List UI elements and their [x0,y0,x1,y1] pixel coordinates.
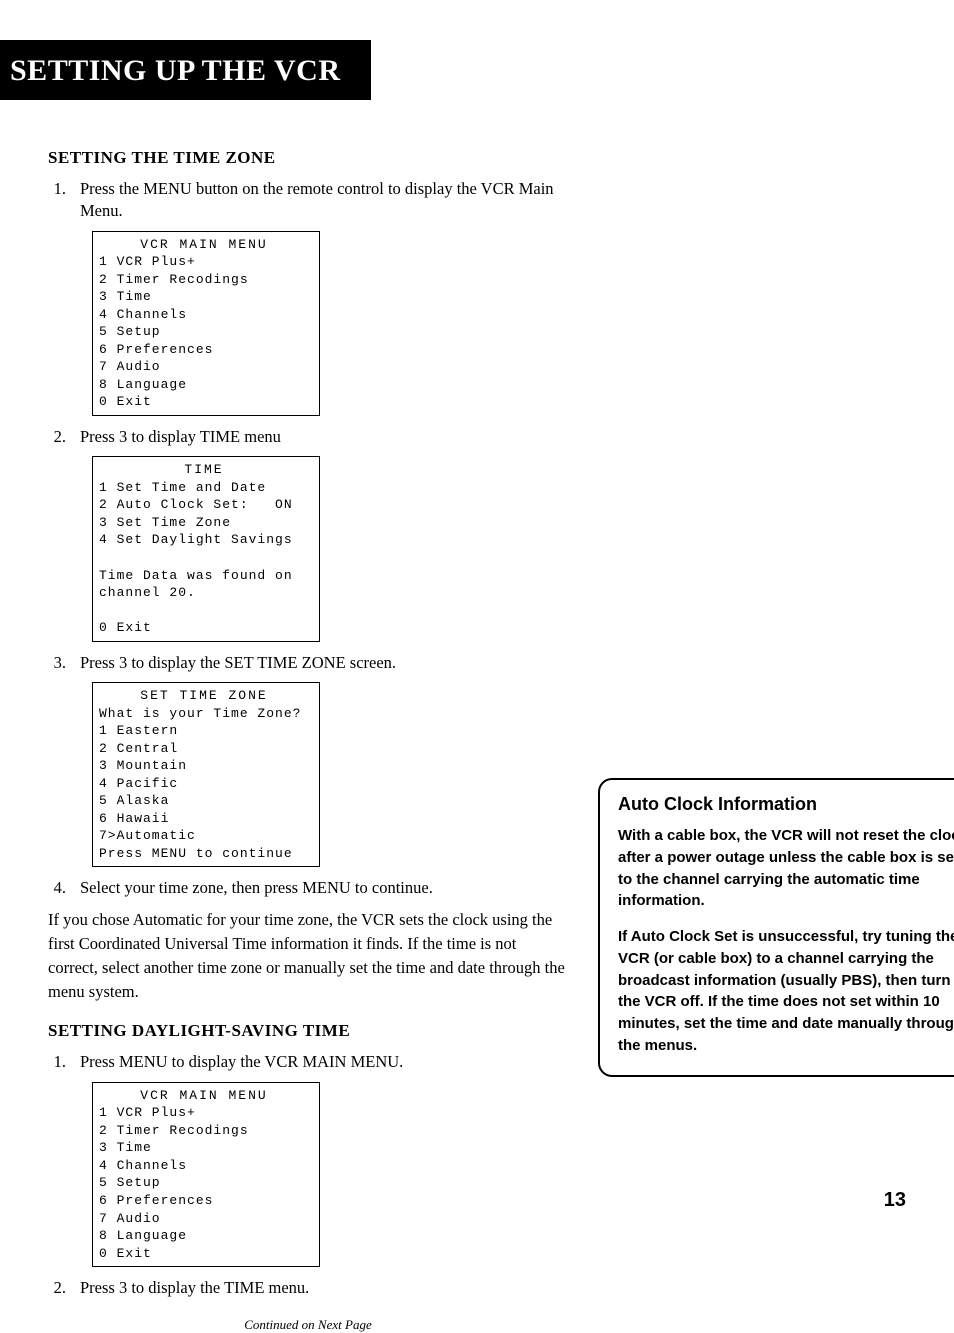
section-heading-daylight: SETTING DAYLIGHT-SAVING TIME [48,1021,568,1041]
section1-followup: If you chose Automatic for your time zon… [48,908,568,1004]
step-2: 2. Press 3 to display the TIME menu. [48,1277,568,1299]
menu-line: 3 Set Time Zone [99,515,231,530]
step-text: Press MENU to display the VCR MAIN MENU. [80,1051,568,1073]
step-2: 2. Press 3 to display TIME menu [48,426,568,448]
menu-line: 8 Language [99,1228,187,1243]
menu-line: 1 Set Time and Date [99,480,266,495]
menu-line: 4 Set Daylight Savings [99,532,293,547]
menu-line: 1 VCR Plus+ [99,1105,196,1120]
step-number: 1. [48,1051,66,1073]
sidebar-paragraph: With a cable box, the VCR will not reset… [618,825,954,912]
continued-note: Continued on Next Page [48,1317,568,1333]
menu-line: 1 VCR Plus+ [99,254,196,269]
menu-line: 2 Timer Recodings [99,1123,249,1138]
step-number: 2. [48,426,66,448]
menu-line: 4 Channels [99,1158,187,1173]
menu-line: 8 Language [99,377,187,392]
menu-line: 1 Eastern [99,723,178,738]
menu-line: 5 Alaska [99,793,169,808]
step-number: 1. [48,178,66,223]
screen-title: VCR MAIN MENU [99,1087,309,1105]
menu-line: Time Data was found on [99,568,293,583]
menu-line: 6 Preferences [99,342,213,357]
menu-line: 0 Exit [99,1246,152,1261]
step-text: Press the MENU button on the remote cont… [80,178,568,223]
vcr-main-menu-screen: VCR MAIN MENU1 VCR Plus+ 2 Timer Recodin… [92,231,320,416]
page-number: 13 [884,1189,906,1212]
menu-line: 3 Time [99,289,152,304]
menu-line: 5 Setup [99,1175,161,1190]
menu-line: 4 Channels [99,307,187,322]
screen-title: VCR MAIN MENU [99,236,309,254]
menu-line: 2 Timer Recodings [99,272,249,287]
screen-title: TIME [99,461,309,479]
step-1: 1. Press the MENU button on the remote c… [48,178,568,223]
menu-line: 6 Hawaii [99,811,169,826]
step-4: 4. Select your time zone, then press MEN… [48,877,568,899]
step-number: 4. [48,877,66,899]
menu-line: 6 Preferences [99,1193,213,1208]
step-text: Press 3 to display TIME menu [80,426,568,448]
step-text: Select your time zone, then press MENU t… [80,877,568,899]
menu-line: 2 Auto Clock Set: ON [99,497,293,512]
sidebar-paragraph: If Auto Clock Set is unsuccessful, try t… [618,926,954,1057]
menu-line: Press MENU to continue [99,846,293,861]
step-3: 3. Press 3 to display the SET TIME ZONE … [48,652,568,674]
menu-line: 7>Automatic [99,828,196,843]
menu-line: 5 Setup [99,324,161,339]
menu-line: 7 Audio [99,1211,161,1226]
vcr-main-menu-screen-2: VCR MAIN MENU1 VCR Plus+ 2 Timer Recodin… [92,1082,320,1267]
menu-line: What is your Time Zone? [99,706,301,721]
menu-line: 4 Pacific [99,776,178,791]
auto-clock-info-box: Auto Clock Information With a cable box,… [598,778,954,1077]
section-heading-time-zone: SETTING THE TIME ZONE [48,148,568,168]
step-number: 3. [48,652,66,674]
menu-line: 2 Central [99,741,178,756]
menu-line: 3 Mountain [99,758,187,773]
screen-title: SET TIME ZONE [99,687,309,705]
menu-line: 3 Time [99,1140,152,1155]
step-text: Press 3 to display the SET TIME ZONE scr… [80,652,568,674]
step-number: 2. [48,1277,66,1299]
menu-line: 7 Audio [99,359,161,374]
menu-line: 0 Exit [99,394,152,409]
page-title-banner: SETTING UP THE VCR [0,40,371,100]
menu-line: 0 Exit [99,620,152,635]
time-menu-screen: TIME1 Set Time and Date 2 Auto Clock Set… [92,456,320,641]
menu-line: channel 20. [99,585,196,600]
sidebar-title: Auto Clock Information [618,794,954,815]
set-time-zone-screen: SET TIME ZONEWhat is your Time Zone? 1 E… [92,682,320,867]
step-1: 1. Press MENU to display the VCR MAIN ME… [48,1051,568,1073]
step-text: Press 3 to display the TIME menu. [80,1277,568,1299]
